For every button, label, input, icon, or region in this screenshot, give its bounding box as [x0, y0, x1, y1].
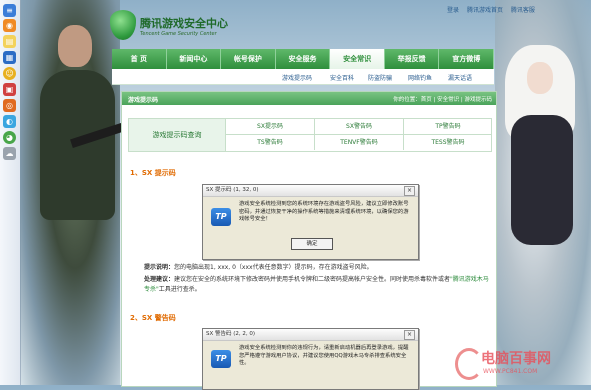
top-links: 登录 腾讯游戏首页 腾讯客服: [447, 5, 541, 14]
code-link-tp-warn[interactable]: TP警告码: [404, 119, 492, 135]
section-2-title: 2、SX 警告码: [130, 314, 176, 322]
sub-nav: 游戏提示码 安全百科 防盗防骗 网络钓鱼 漏天话语: [112, 69, 494, 85]
subnav-security-wiki[interactable]: 安全百科: [330, 73, 354, 82]
rss-icon[interactable]: ◉: [3, 19, 16, 32]
breadcrumb: 你的位置：首页 | 安全常识 | 游戏提示码: [393, 97, 492, 103]
code-link-sx-tip[interactable]: SX提示码: [226, 119, 315, 135]
note-icon[interactable]: ▤: [3, 35, 16, 48]
watermark: 电脑百事网 WWW.PC841.COM: [455, 346, 585, 382]
subnav-anti-fraud[interactable]: 防盗防骗: [368, 73, 392, 82]
weibo-icon[interactable]: ◎: [3, 99, 16, 112]
code-link-sx-warn[interactable]: SX警告码: [315, 119, 404, 135]
logo-subtitle: Tencent Game Security Center: [140, 31, 217, 37]
panel-header: 游戏提示码 你的位置：首页 | 安全常识 | 游戏提示码: [122, 92, 496, 105]
dialog-message: 游戏安全系统检测到你的违规行为，请重新启动机器后再登录游戏，提醒您严格遵守游戏用…: [239, 345, 409, 366]
dialog-title: SX 警告码 (2, 2, 0): [203, 329, 418, 341]
tip-text: 您的电脑出现1, xxx, 0（xxx代表任意数字）提示码，存在游戏盗号风险。: [174, 264, 373, 271]
dialog-title: SX 提示码 (1, 32, 0): [203, 185, 418, 197]
code-link-ts-warn[interactable]: TS警告码: [226, 135, 315, 150]
shield-icon: [110, 10, 136, 40]
section-1-title: 1、SX 提示码: [130, 169, 176, 177]
content-panel: 游戏提示码 你的位置：首页 | 安全常识 | 游戏提示码 游戏提示码查询 SX提…: [121, 91, 497, 390]
subnav-phishing[interactable]: 网络钓鱼: [408, 73, 432, 82]
cloud-icon[interactable]: ☁: [3, 147, 16, 160]
watermark-title: 电脑百事网: [481, 351, 551, 367]
login-link[interactable]: 登录: [447, 7, 459, 14]
advice-text: 建议您在安全的系统环境下修改密码并使用手机令牌和二级密码提高帐户安全性。同时使用…: [174, 276, 451, 283]
tip-label: 提示说明：: [144, 264, 175, 271]
main-nav: 首 页 新闻中心 帐号保护 安全服务 安全常识 举报反馈 官方微博: [112, 49, 495, 69]
customer-service-link[interactable]: 腾讯客服: [511, 7, 535, 14]
watermark-swirl-icon: [455, 348, 483, 380]
nav-weibo[interactable]: 官方微博: [439, 49, 495, 69]
subnav-game-codes[interactable]: 游戏提示码: [282, 73, 312, 82]
watermark-url: WWW.PC841.COM: [483, 368, 538, 375]
advice-tail: 工具进行查杀。: [158, 286, 201, 293]
calendar-icon[interactable]: ▦: [3, 51, 16, 64]
panel-title: 游戏提示码: [128, 97, 159, 104]
nav-report[interactable]: 举报反馈: [384, 49, 440, 69]
code-link-tess-warn[interactable]: TESS警告码: [404, 135, 492, 150]
code-query-label: 游戏提示码查询: [129, 119, 226, 151]
close-icon[interactable]: ×: [404, 186, 415, 196]
tp-logo-icon: TP: [211, 208, 231, 226]
sx-warning-dialog: SX 警告码 (2, 2, 0) × TP 游戏安全系统检测到你的违规行为，请重…: [202, 328, 419, 390]
nav-security-knowledge[interactable]: 安全常识: [330, 49, 385, 69]
site-logo[interactable]: 腾讯游戏安全中心 Tencent Game Security Center: [110, 10, 280, 40]
gift-icon[interactable]: ▣: [3, 83, 16, 96]
subnav-talk[interactable]: 漏天话语: [448, 73, 472, 82]
nav-account-protection[interactable]: 帐号保护: [221, 49, 276, 69]
tp-logo-icon: TP: [211, 350, 231, 368]
nav-news[interactable]: 新闻中心: [166, 49, 222, 69]
nav-home[interactable]: 首 页: [112, 49, 167, 69]
dialog-message: 游戏安全系统检测到您的系统环境存在游戏盗号风险，建议立即修改账号密码，并通过恢复…: [239, 201, 409, 222]
penguin-icon[interactable]: ◐: [3, 115, 16, 128]
game-character-right: [495, 0, 591, 385]
advice-label: 处理建议：: [144, 276, 175, 283]
nav-security-service[interactable]: 安全服务: [275, 49, 331, 69]
tencent-games-home-link[interactable]: 腾讯游戏首页: [467, 7, 503, 14]
sx-tip-dialog: SX 提示码 (1, 32, 0) × TP 游戏安全系统检测到您的系统环境存在…: [202, 184, 419, 260]
ok-button[interactable]: 确定: [291, 238, 333, 250]
frog-icon[interactable]: ◕: [3, 131, 16, 144]
tip-description: 提示说明：您的电脑出现1, xxx, 0（xxx代表任意数字）提示码，存在游戏盗…: [144, 263, 484, 273]
code-query-table: 游戏提示码查询 SX提示码 SX警告码 TP警告码 TS警告码 TENVF警告码…: [128, 118, 492, 152]
game-character-left: [20, 0, 130, 385]
advice-description: 处理建议：建议您在安全的系统环境下修改密码并使用手机令牌和二级密码提高帐户安全性…: [144, 275, 490, 295]
qq-menu-icon[interactable]: ≡: [3, 4, 16, 17]
emoji-icon[interactable]: ☺: [3, 67, 16, 80]
qq-sidebar: ≡ ◉ ▤ ▦ ☺ ▣ ◎ ◐ ◕ ☁: [0, 0, 21, 385]
close-icon[interactable]: ×: [404, 330, 415, 340]
code-link-tenvf-warn[interactable]: TENVF警告码: [315, 135, 404, 150]
logo-title: 腾讯游戏安全中心: [140, 17, 228, 30]
